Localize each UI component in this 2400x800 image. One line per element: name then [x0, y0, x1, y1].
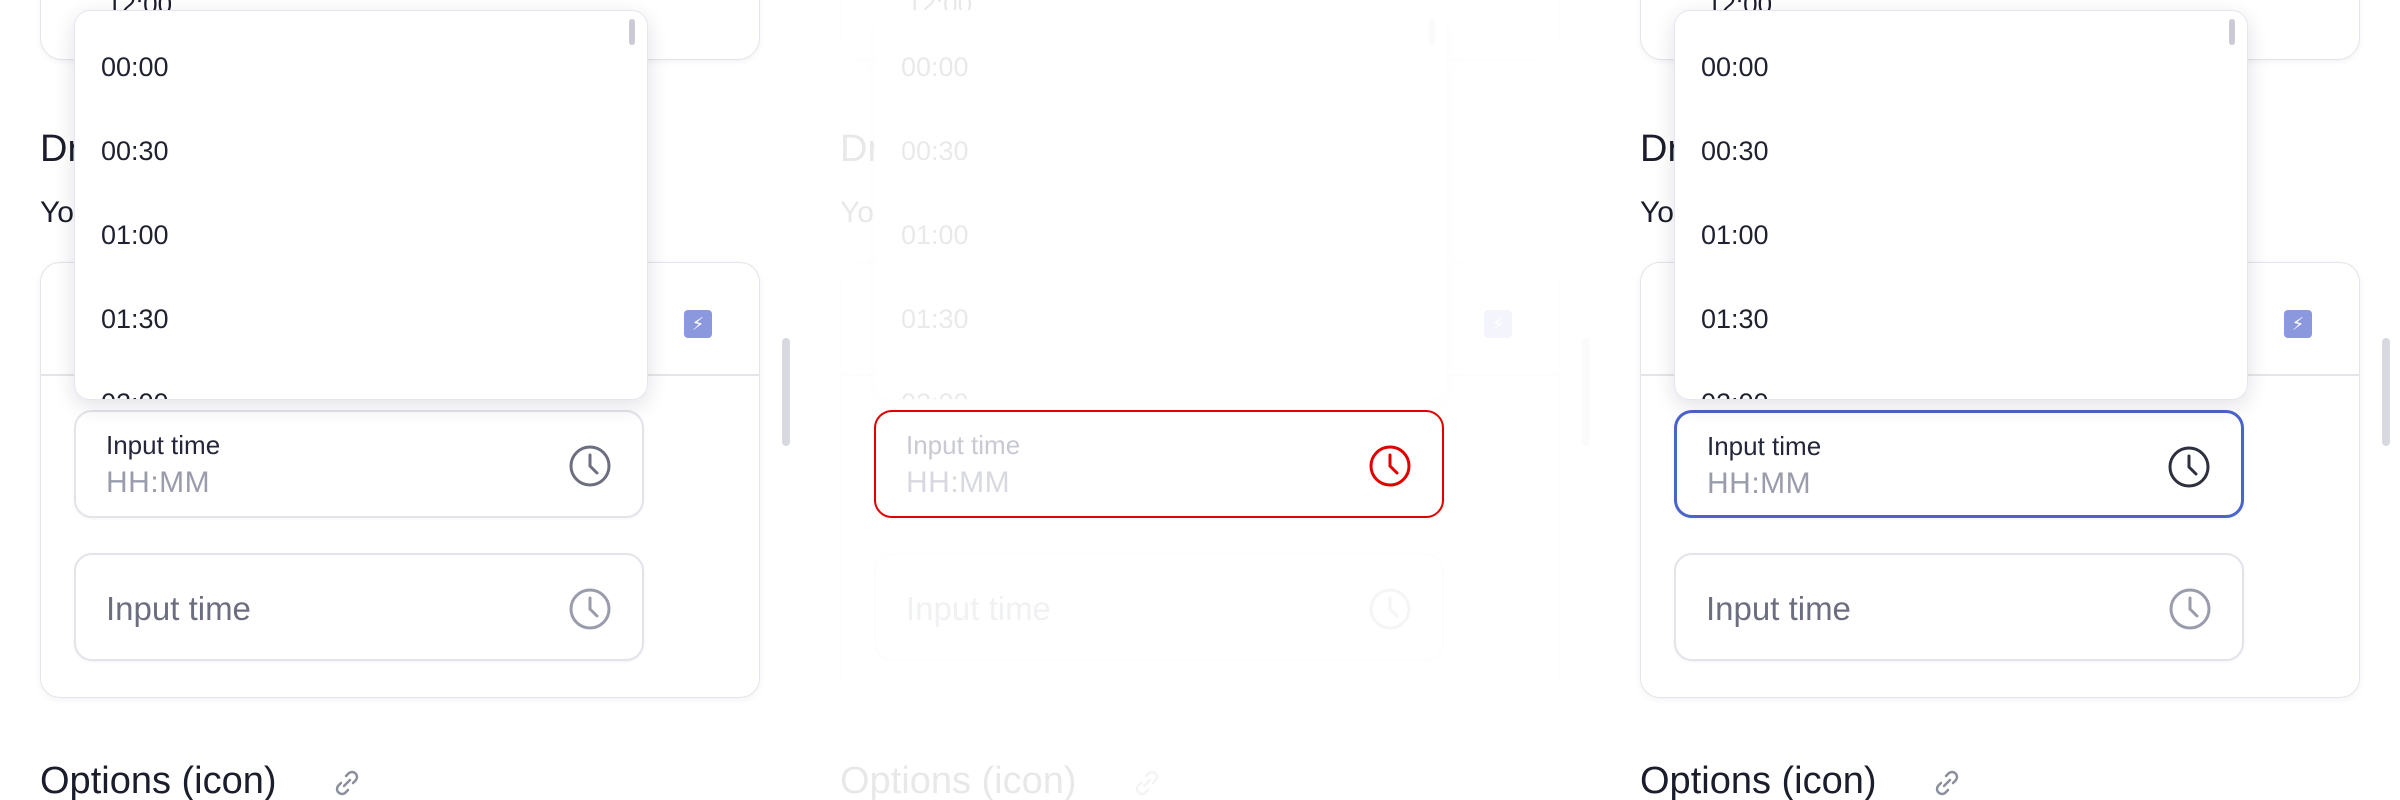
field-label: Input time: [106, 430, 221, 460]
time-option[interactable]: 00:00: [101, 52, 169, 83]
bolt-icon[interactable]: ⚡: [2284, 310, 2312, 338]
time-option[interactable]: 01:00: [1701, 220, 1769, 251]
time-option[interactable]: 00:30: [1701, 136, 1769, 167]
clock-icon[interactable]: [2167, 445, 2211, 489]
scrollbar[interactable]: [2382, 338, 2390, 446]
field-placeholder: HH:MM: [906, 466, 1011, 499]
field-placeholder: HH:MM: [1707, 467, 1812, 500]
field-label: Input time: [1707, 431, 1822, 461]
time-option[interactable]: 01:30: [101, 304, 169, 335]
time-field-labeled[interactable]: Input time HH:MM: [74, 410, 644, 518]
bolt-icon[interactable]: ⚡: [684, 310, 712, 338]
clock-icon[interactable]: [568, 444, 612, 488]
link-icon[interactable]: [1932, 768, 1962, 798]
link-icon[interactable]: [332, 768, 362, 798]
time-listbox[interactable]: 00:00 00:30 01:00 01:30 02:00: [1674, 10, 2248, 400]
field-label: Input time: [906, 430, 1021, 460]
field-placeholder: Input time: [1706, 590, 1851, 627]
time-field-labeled[interactable]: Input time HH:MM: [1674, 410, 2244, 518]
listbox-scrollbar[interactable]: [629, 19, 635, 45]
time-option[interactable]: 00:30: [101, 136, 169, 167]
clock-icon[interactable]: [1368, 444, 1412, 488]
time-field[interactable]: Input time: [1674, 553, 2244, 661]
panel-focused: 12:00 Dr Yo ⚡ Input time HH:MM Input tim…: [1600, 0, 2400, 800]
time-listbox[interactable]: 00:00 00:30 01:00 01:30 02:00: [74, 10, 648, 400]
panel-default: 12:00 Dr Yo ⚡ Input time HH:MM Input tim…: [0, 0, 800, 800]
options-heading: Options (icon): [1640, 760, 1877, 800]
time-option[interactable]: 00:00: [1701, 52, 1769, 83]
time-option[interactable]: 01:00: [101, 220, 169, 251]
section-description: Yo: [40, 196, 74, 229]
time-field-labeled[interactable]: Input time HH:MM: [874, 410, 1444, 518]
field-placeholder: HH:MM: [106, 466, 211, 499]
time-option[interactable]: 01:30: [1701, 304, 1769, 335]
scrollbar[interactable]: [782, 338, 790, 446]
section-description: Yo: [1640, 196, 1674, 229]
listbox-scrollbar[interactable]: [2229, 19, 2235, 45]
clock-icon[interactable]: [568, 587, 612, 631]
time-option[interactable]: 02:00: [101, 388, 169, 399]
highlight-layer: Input time HH:MM: [800, 0, 1600, 800]
time-option[interactable]: 02:00: [1701, 388, 1769, 399]
options-heading: Options (icon): [40, 760, 277, 800]
clock-icon[interactable]: [2168, 587, 2212, 631]
panel-highlight: 12:00 Dr Yo ⚡ Input time 00:00 00:30 01:…: [800, 0, 1600, 800]
field-placeholder: Input time: [106, 590, 251, 627]
time-field[interactable]: Input time: [74, 553, 644, 661]
